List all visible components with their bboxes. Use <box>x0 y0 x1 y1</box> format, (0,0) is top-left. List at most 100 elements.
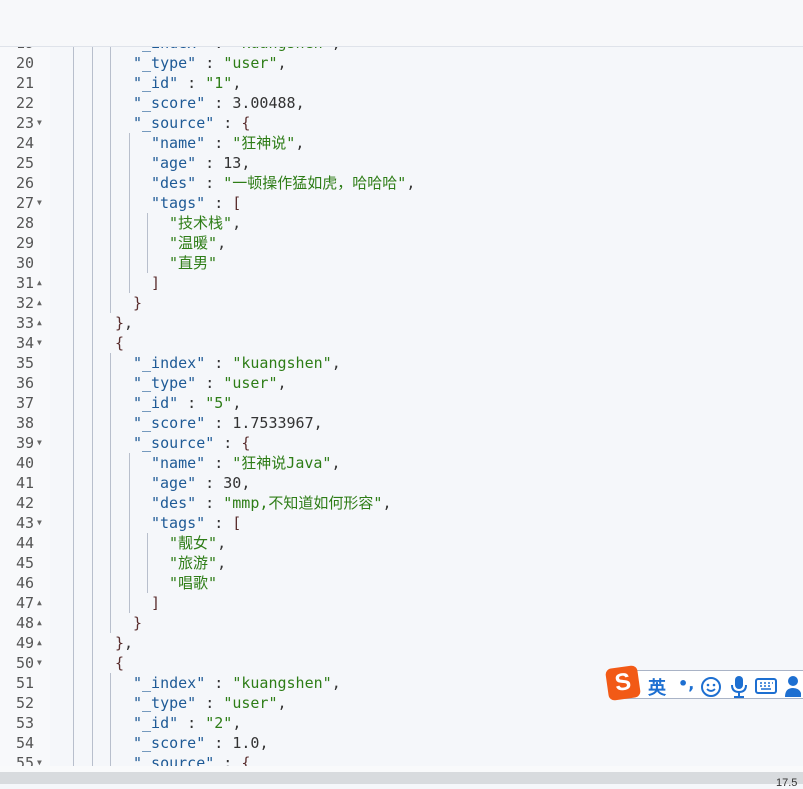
indent-guide <box>91 473 93 493</box>
indent-guide <box>73 633 74 653</box>
indent-guide <box>73 653 74 673</box>
code-line: 21 "_id" : "1", <box>0 73 803 93</box>
indent-guide <box>128 533 130 553</box>
ime-mode-toggle[interactable]: 英 <box>648 674 666 700</box>
line-number: 53 <box>15 714 34 732</box>
fold-arrow-up-icon[interactable]: ▲ <box>37 293 42 313</box>
token: : <box>178 714 206 732</box>
code-text: }, <box>115 633 133 653</box>
code-line: 54 "_score" : 1.0, <box>0 733 803 753</box>
token: , <box>295 134 305 152</box>
fold-arrow-up-icon[interactable]: ▲ <box>37 313 42 333</box>
fold-arrow-down-icon[interactable]: ▼ <box>37 513 42 533</box>
token: "des" <box>151 494 197 512</box>
indent-guide <box>110 213 111 233</box>
code-text: ] <box>151 273 160 293</box>
code-text: "_score" : 3.00488, <box>133 93 305 113</box>
indent-guide <box>91 753 93 766</box>
token: : <box>205 134 233 152</box>
token: "_id" <box>133 74 179 92</box>
indent-guide <box>147 233 148 253</box>
indent-guide <box>91 393 93 413</box>
fold-arrow-down-icon[interactable]: ▼ <box>37 193 42 213</box>
indent-guide <box>91 513 93 533</box>
token: : <box>214 114 242 132</box>
code-text: }, <box>115 313 133 333</box>
code-line: 26 "des" : "一顿操作猛如虎，哈哈哈", <box>0 173 803 193</box>
indent-guide <box>91 333 93 353</box>
token: "狂神说Java" <box>232 454 332 472</box>
line-number: 24 <box>15 134 34 152</box>
fold-arrow-up-icon[interactable]: ▲ <box>37 633 42 653</box>
microphone-icon[interactable] <box>729 675 749 699</box>
indent-guide <box>73 573 74 593</box>
emoji-icon[interactable] <box>700 676 722 698</box>
code-line: 23 ▼ "_source" : { <box>0 113 803 133</box>
token: "tags" <box>151 194 206 212</box>
code-line: 41 "age" : 30, <box>0 473 803 493</box>
status-bar: 17.5 <box>0 772 803 789</box>
code-text: "des" : "一顿操作猛如虎，哈哈哈", <box>151 173 415 193</box>
line-number: 44 <box>15 534 34 552</box>
token: , <box>382 494 392 512</box>
indent-guide <box>73 533 74 553</box>
code-line: 34 ▼ { <box>0 333 803 353</box>
code-line: 39 ▼ "_source" : { <box>0 433 803 453</box>
indent-guide <box>91 193 93 213</box>
indent-guide <box>73 233 74 253</box>
indent-guide <box>73 553 74 573</box>
keyboard-icon[interactable] <box>755 678 777 694</box>
fold-arrow-down-icon[interactable]: ▼ <box>37 333 42 353</box>
indent-guide <box>73 713 74 733</box>
indent-guide <box>91 133 93 153</box>
json-response-editor[interactable]: 19"_index" : "kuangshen",20"_type" : "us… <box>0 47 803 766</box>
indent-guide <box>110 573 111 593</box>
fold-arrow-down-icon[interactable]: ▼ <box>37 433 42 453</box>
code-line: 29 "温暖", <box>0 233 803 253</box>
token: , <box>217 234 227 252</box>
sogou-logo-icon[interactable]: S <box>604 664 642 702</box>
code-text: "_index" : "kuangshen", <box>133 353 341 373</box>
token: "狂神说" <box>232 134 296 152</box>
indent-guide <box>110 113 111 133</box>
fold-arrow-down-icon[interactable]: ▼ <box>37 653 42 673</box>
token: 3.00488 <box>232 94 296 112</box>
ime-punctuation-toggle[interactable]: •, <box>678 674 694 693</box>
code-text: "_id" : "5", <box>133 393 241 413</box>
fold-arrow-down-icon[interactable]: ▼ <box>37 753 42 766</box>
token: : <box>205 194 233 212</box>
token: : <box>196 694 224 712</box>
token: "_index" <box>133 47 205 52</box>
fold-arrow-down-icon[interactable]: ▼ <box>37 113 42 133</box>
indent-guide <box>91 73 93 93</box>
token: "name" <box>151 454 206 472</box>
indent-guide <box>73 313 74 333</box>
token: , <box>331 354 341 372</box>
fold-arrow-up-icon[interactable]: ▲ <box>37 613 42 633</box>
indent-guide <box>73 753 74 766</box>
token: , <box>241 474 251 492</box>
user-icon[interactable] <box>785 675 803 699</box>
fold-arrow-up-icon[interactable]: ▲ <box>37 593 42 613</box>
code-line: 49 ▲}, <box>0 633 803 653</box>
token: "_index" <box>133 674 206 692</box>
line-number: 51 <box>15 674 34 692</box>
token: , <box>313 414 323 432</box>
token: "_type" <box>133 374 197 392</box>
indent-guide <box>73 733 74 753</box>
token: , <box>295 94 305 112</box>
indent-guide <box>110 393 111 413</box>
indent-guide <box>128 473 130 493</box>
line-number: 38 <box>15 414 34 432</box>
indent-guide <box>128 233 130 253</box>
token: , <box>232 74 242 92</box>
indent-guide <box>110 413 111 433</box>
line-number: 43 <box>15 514 34 532</box>
fold-arrow-up-icon[interactable]: ▲ <box>37 273 42 293</box>
indent-guide <box>110 513 111 533</box>
code-text: "_type" : "user", <box>133 373 287 393</box>
code-text: { <box>115 333 124 353</box>
indent-guide <box>128 153 130 173</box>
indent-guide <box>91 253 93 273</box>
indent-guide <box>73 593 74 613</box>
